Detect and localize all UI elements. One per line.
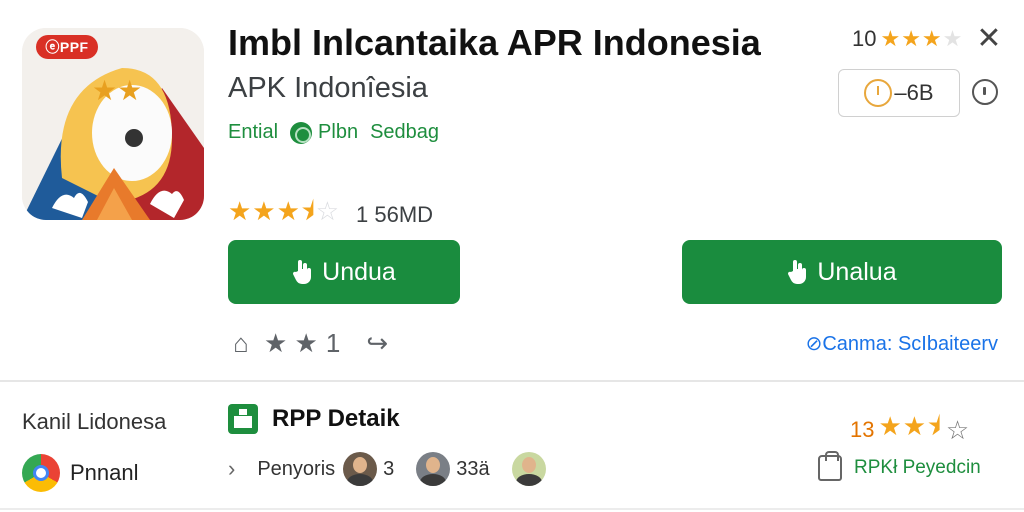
avatar[interactable] [343,452,378,486]
top-rating-stars: ★★★★ [880,26,964,51]
bottom-rating-stars: ★★⯨ [878,411,942,441]
avatar[interactable] [416,452,451,486]
rating-action-stars[interactable]: ★ ★ [264,328,318,359]
developer-count-2: 33ä [456,457,490,480]
browser-item-label: Pnnanl [70,460,139,485]
bottom-rating-number: 13 [850,417,875,442]
developer-label: Penyoris [257,457,336,480]
app-badge: ⓔPPF [36,35,98,59]
app-subtitle: APK Indonîesia [228,72,428,104]
globe-icon [290,121,313,144]
tag-3[interactable]: Sedbag [370,121,439,144]
tag-1[interactable]: Ential [228,121,278,144]
share-icon[interactable]: ↪ [362,326,392,360]
rating-stars: ★★★⯨☆ [228,196,341,226]
store-icon [228,404,258,434]
region-title: Kanil Lidonesa [22,409,167,434]
download-button[interactable]: Undua [228,240,460,304]
download-count: 1 56MD [356,202,434,227]
top-rating-number: 10 [852,26,877,51]
install-button-label: Unalua [817,257,897,286]
bottom-rating: 13 ★★⯨ ☆ [850,408,969,452]
section-divider [0,380,1024,382]
svg-text:★★: ★★ [92,74,142,107]
rating-row: ★★★⯨☆ 1 56MD [228,193,433,237]
chevron-right-icon[interactable]: › [228,456,235,482]
detail-header[interactable]: RPP Detaik [228,404,400,434]
star-outline-icon[interactable]: ☆ [946,415,969,446]
bottom-border [0,508,1024,510]
avatar[interactable] [511,452,546,486]
size-chip[interactable]: –6B [838,69,960,117]
developer-count-1: 3 [383,457,395,480]
detail-title: RPP Detaik [272,405,400,432]
developer-row: › Penyoris 3 33ä [228,452,552,486]
size-label: –6B [894,80,934,105]
clock-icon [864,79,893,107]
download-button-label: Undua [322,257,396,286]
location-pin-icon[interactable] [972,79,998,105]
hand-download-icon [292,259,314,285]
home-icon[interactable]: ⌂ [226,326,256,360]
app-icon[interactable]: ★★ ⓔPPF [22,28,204,220]
app-title: Imbl Inlcantaika APR Indonesia [228,22,761,63]
action-bar: ⌂ ★ ★ 1 ↪ [226,326,392,360]
apk-provider-link[interactable]: RPKł Peyedcin [818,451,981,481]
tag-2[interactable]: Plbn [318,121,358,144]
package-icon [818,451,842,481]
browser-item[interactable]: Pnnanl [22,454,139,492]
browser-icon [22,454,60,492]
compatibility-link[interactable]: ⊘Canma: ScIbaiteerv [806,331,998,356]
close-icon[interactable]: ✕ [974,24,1004,54]
tags-row: Ential Plbn Sedbag [228,121,439,144]
top-rating: 10 ★★★★ [852,26,963,52]
rating-action-count: 1 [325,327,341,358]
install-button[interactable]: Unalua [682,240,1002,304]
apk-provider-label: RPKł Peyedcin [854,457,981,478]
hand-install-icon [787,259,809,285]
